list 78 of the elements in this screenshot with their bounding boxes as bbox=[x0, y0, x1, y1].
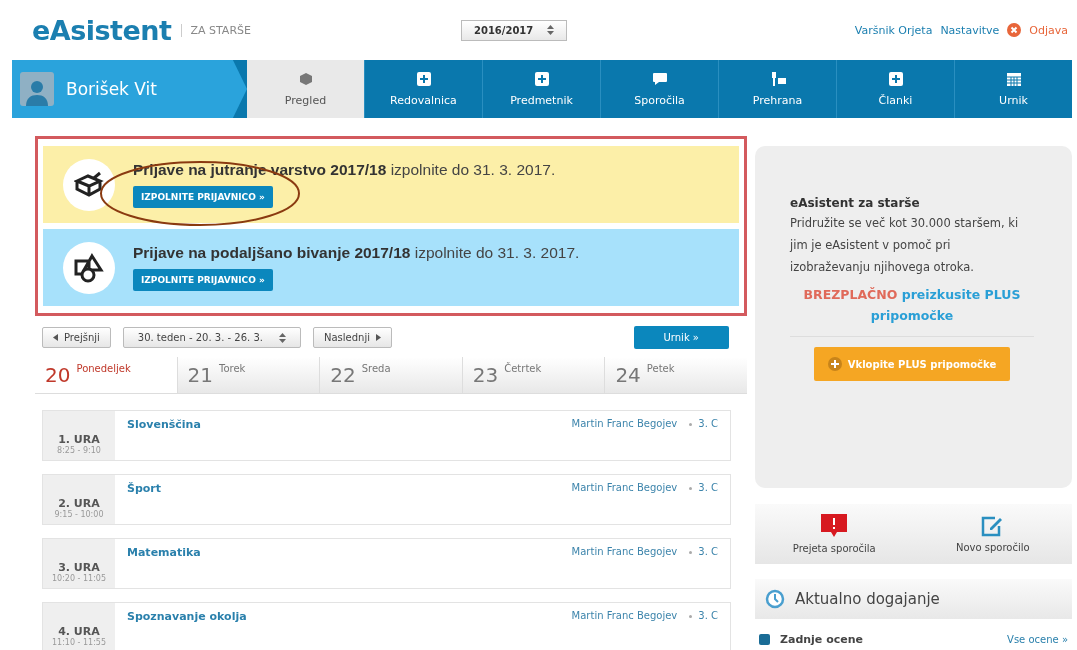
subject-link[interactable]: Slovenščina bbox=[115, 411, 560, 460]
year-select[interactable]: 2016/2017 bbox=[460, 19, 568, 41]
subject-link[interactable]: Spoznavanje okolja bbox=[115, 603, 560, 650]
separator-dot bbox=[689, 423, 693, 426]
class-label: 3. C bbox=[698, 609, 719, 623]
class-label: 3. C bbox=[698, 417, 719, 431]
chat-icon bbox=[651, 71, 668, 86]
period-label: 3. URA bbox=[58, 561, 100, 574]
teacher-label: Martin Franc Begojev bbox=[570, 609, 679, 623]
period-time: 10:20 - 11:05 bbox=[51, 574, 107, 583]
promo-offer: BREZPLAČNO preizkusite PLUS pripomočke bbox=[790, 284, 1034, 337]
notice-text: Prijave na podaljšano bivanje 2017/18 izpolnite do 31. 3. 2017. bbox=[133, 244, 580, 262]
right-arrow-icon bbox=[375, 334, 381, 341]
teacher-label: Martin Franc Begojev bbox=[570, 481, 679, 495]
updown-arrows-icon bbox=[547, 24, 555, 35]
fill-form-button[interactable]: IZPOLNITE PRIJAVNICO » bbox=[133, 186, 273, 208]
separator-dot bbox=[689, 615, 693, 618]
nav-tab[interactable]: Prehrana bbox=[718, 60, 836, 118]
nav-tab[interactable]: Urnik bbox=[954, 60, 1072, 118]
message-button[interactable]: Prejeta sporočila bbox=[755, 504, 914, 564]
app-subtitle: ZA STARŠE bbox=[181, 23, 251, 37]
events-title: Aktualno dogajanje bbox=[795, 590, 940, 608]
day-tab[interactable]: 23 Četrtek bbox=[461, 357, 605, 393]
all-grades-link[interactable]: Vse ocene » bbox=[1007, 634, 1068, 645]
class-label: 3. C bbox=[698, 481, 719, 495]
plus-icon bbox=[416, 71, 431, 86]
nav-tab[interactable]: Predmetnik bbox=[482, 60, 600, 118]
clock-icon bbox=[765, 589, 785, 609]
cutlery-icon bbox=[769, 71, 786, 86]
avatar-icon bbox=[20, 72, 54, 106]
day-tab[interactable]: 21 Torek bbox=[176, 357, 320, 393]
latest-grades-label: Zadnje ocene bbox=[780, 633, 863, 646]
nav-tab[interactable]: Članki bbox=[836, 60, 954, 118]
separator-dot bbox=[689, 487, 693, 490]
app-logo: eAsistent bbox=[32, 14, 172, 46]
subject-link[interactable]: Matematika bbox=[115, 539, 560, 588]
nav-tab[interactable]: Pregled bbox=[247, 60, 364, 118]
student-tab[interactable]: Borišek Vit bbox=[12, 60, 247, 118]
period-time: 11:10 - 11:55 bbox=[51, 638, 107, 647]
day-tab[interactable]: 22 Sreda bbox=[319, 357, 462, 393]
fill-form-button[interactable]: IZPOLNITE PRIJAVNICO » bbox=[133, 269, 273, 291]
compose-icon bbox=[980, 515, 1005, 537]
notice-text: Prijave na jutranje varstvo 2017/18 izpolnite do 31. 3. 2017. bbox=[133, 161, 556, 179]
nav-tab[interactable]: Redovalnica bbox=[364, 60, 482, 118]
message-button[interactable]: Novo sporočilo bbox=[913, 504, 1072, 564]
period-label: 1. URA bbox=[58, 433, 100, 446]
plus-icon bbox=[888, 71, 903, 86]
class-label: 3. C bbox=[698, 545, 719, 559]
separator-dot bbox=[689, 551, 693, 554]
period-time: 8:25 - 9:10 bbox=[57, 446, 101, 455]
teacher-label: Martin Franc Begojev bbox=[570, 417, 679, 431]
teacher-label: Martin Franc Begojev bbox=[570, 545, 679, 559]
period-label: 2. URA bbox=[58, 497, 100, 510]
grade-icon bbox=[759, 634, 770, 645]
day-tab[interactable]: 24 Petek bbox=[604, 357, 747, 393]
plus-icon bbox=[827, 357, 842, 371]
close-icon bbox=[1007, 23, 1022, 37]
left-arrow-icon bbox=[53, 334, 58, 341]
previous-week-button[interactable]: Prejšnji bbox=[42, 327, 111, 348]
logout-link[interactable]: Odjava bbox=[1029, 23, 1068, 37]
cube-icon bbox=[298, 71, 313, 86]
week-select[interactable]: 30. teden - 20. 3. - 26. 3. bbox=[122, 327, 301, 348]
calendar-icon bbox=[1006, 71, 1021, 86]
period-time: 9:15 - 10:00 bbox=[54, 510, 104, 519]
plus-icon bbox=[534, 71, 549, 86]
promo-title: eAsistent za starše bbox=[790, 196, 921, 210]
box-icon bbox=[74, 170, 104, 199]
settings-link[interactable]: Nastavitve bbox=[940, 23, 1000, 37]
alert-message-icon bbox=[821, 514, 848, 538]
next-week-button[interactable]: Naslednji bbox=[312, 327, 392, 348]
updown-arrows-icon bbox=[278, 332, 286, 343]
shapes-icon bbox=[74, 252, 104, 283]
subject-link[interactable]: Šport bbox=[115, 475, 560, 524]
nav-tab[interactable]: Sporočila bbox=[600, 60, 718, 118]
promo-text: Pridružite se več kot 30.000 staršem, ki jim je eAsistent v pomoč pri izobraževanju njihovega otroka. bbox=[790, 215, 1020, 276]
period-label: 4. URA bbox=[58, 625, 100, 638]
user-link[interactable]: Varšnik Orjeta bbox=[854, 23, 933, 37]
schedule-button[interactable]: Urnik » bbox=[633, 326, 729, 349]
